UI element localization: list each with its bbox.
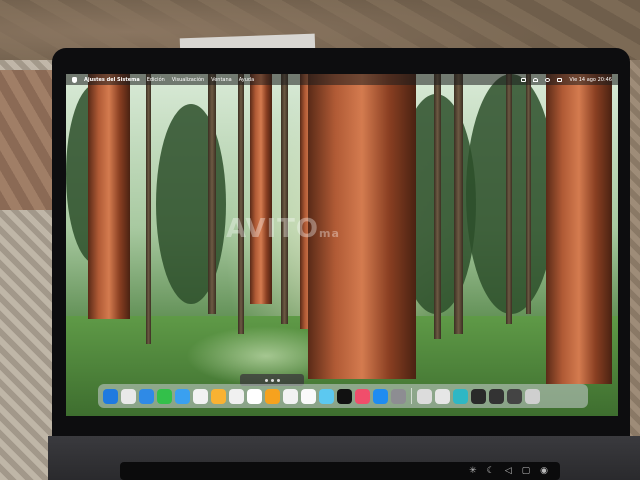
tree-trunk <box>146 74 151 344</box>
laptop-screen: AVITOma Ajustes del Sistema Edición Visu… <box>66 74 618 416</box>
dock-recent-app-icon[interactable] <box>417 388 432 404</box>
dock-recent-app-icon[interactable] <box>453 388 468 404</box>
tree-trunk <box>434 74 441 339</box>
touchbar-control-icon[interactable]: ▢ <box>522 466 531 476</box>
wifi-icon[interactable] <box>533 77 539 82</box>
dock-app-icon[interactable] <box>157 388 172 404</box>
dock-app-icon[interactable] <box>175 388 190 404</box>
tree-trunk <box>526 74 531 314</box>
dock <box>98 384 588 408</box>
menu-item-system-settings[interactable]: Ajustes del Sistema <box>84 77 140 83</box>
menu-item-edit[interactable]: Edición <box>147 77 165 83</box>
menu-bar: Ajustes del Sistema Edición Visualizació… <box>66 74 618 85</box>
dock-app-icon[interactable] <box>355 388 370 404</box>
dock-app-icon[interactable] <box>247 388 262 404</box>
menu-item-window[interactable]: Ventana <box>211 77 232 83</box>
touchbar-control-icon[interactable]: ✳ <box>469 466 477 476</box>
touchbar-control-icon[interactable]: ◉ <box>540 466 548 476</box>
dock-app-icon[interactable] <box>319 388 334 404</box>
tree-trunk <box>506 74 512 324</box>
tree-trunk <box>454 74 463 334</box>
dock-app-icon[interactable] <box>121 388 136 404</box>
touch-bar[interactable]: ✳ ☾ ◁ ▢ ◉ <box>120 462 560 480</box>
redwood-trunk-right <box>546 74 612 384</box>
dock-separator <box>411 388 412 404</box>
floral-cushion <box>0 70 60 210</box>
redwood-trunk-left <box>88 74 130 319</box>
dock-recent-app-icon[interactable] <box>489 388 504 404</box>
dock-app-icon[interactable] <box>373 388 388 404</box>
search-icon[interactable] <box>545 77 551 82</box>
dock-app-icon[interactable] <box>301 388 316 404</box>
dock-recent-app-icon[interactable] <box>435 388 450 404</box>
dock-app-icon[interactable] <box>139 388 154 404</box>
menu-item-view[interactable]: Visualización <box>172 77 204 83</box>
apple-menu-icon[interactable] <box>72 76 77 83</box>
dock-app-icon[interactable] <box>229 388 244 404</box>
dock-app-icon[interactable] <box>193 388 208 404</box>
dock-recent-app-icon[interactable] <box>471 388 486 404</box>
dock-app-icon[interactable] <box>337 388 352 404</box>
control-center-icon[interactable] <box>557 77 563 82</box>
tree-trunk <box>208 74 216 314</box>
dock-app-icon[interactable] <box>211 388 226 404</box>
battery-icon[interactable] <box>521 77 527 82</box>
dock-app-icon[interactable] <box>283 388 298 404</box>
watermark: AVITOma <box>226 214 340 244</box>
dock-recent-app-icon[interactable] <box>507 388 522 404</box>
menu-item-help[interactable]: Ayuda <box>239 77 254 83</box>
tree-trunk <box>238 74 244 334</box>
touchbar-control-icon[interactable]: ◁ <box>505 466 512 476</box>
tree-trunk <box>281 74 288 324</box>
dock-app-icon[interactable] <box>391 388 406 404</box>
redwood-trunk <box>250 74 272 304</box>
menubar-clock[interactable]: Vie 14 ago 20:46 <box>569 77 612 83</box>
dock-recent-app-icon[interactable] <box>525 388 540 404</box>
dock-app-icon[interactable] <box>103 388 118 404</box>
touchbar-control-icon[interactable]: ☾ <box>487 466 495 476</box>
dock-app-icon[interactable] <box>265 388 280 404</box>
